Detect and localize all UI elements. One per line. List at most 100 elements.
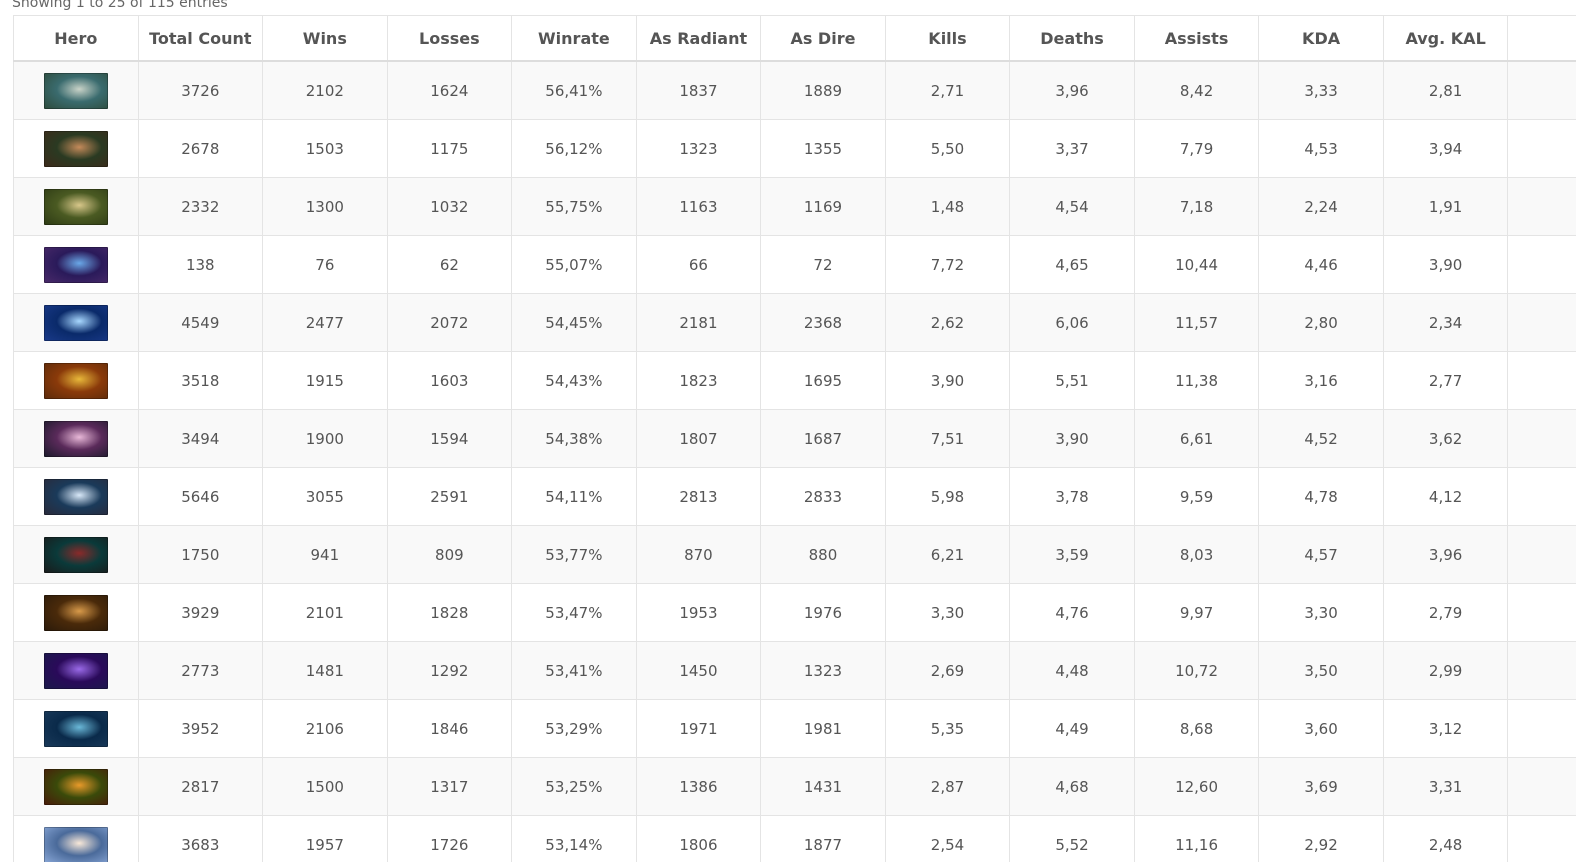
hero-portrait-12-icon[interactable] bbox=[43, 710, 108, 747]
cell-kda: 2,80 bbox=[1258, 293, 1384, 352]
column-header-as-dire[interactable]: As Dire bbox=[760, 15, 886, 62]
cell-winrate: 53,41% bbox=[511, 641, 637, 700]
hero-portrait-11-icon[interactable] bbox=[43, 652, 108, 689]
hero-portrait-3-icon[interactable] bbox=[43, 188, 108, 225]
cell-deaths: 3,90 bbox=[1009, 409, 1135, 468]
hero-portrait-2-icon[interactable] bbox=[43, 130, 108, 167]
cell-as-dire: 1323 bbox=[760, 641, 886, 700]
cell-as-radiant: 1807 bbox=[636, 409, 762, 468]
cell-kda: 4,46 bbox=[1258, 235, 1384, 294]
cell-losses: 809 bbox=[387, 525, 513, 584]
cell-winrate: 53,47% bbox=[511, 583, 637, 642]
cell-avg-kal: 2,79 bbox=[1383, 583, 1509, 642]
cell-wins: 2102 bbox=[262, 61, 388, 120]
column-header-total-count[interactable]: Total Count bbox=[138, 15, 264, 62]
cell-kda: 2,92 bbox=[1258, 815, 1384, 862]
column-header-extra[interactable] bbox=[1507, 15, 1576, 62]
cell-as-dire: 1981 bbox=[760, 699, 886, 758]
cell-wins: 76 bbox=[262, 235, 388, 294]
hero-stats-table: Hero Total Count Wins Losses Winrate As Radia… bbox=[13, 15, 1576, 862]
column-header-deaths[interactable]: Deaths bbox=[1009, 15, 1135, 62]
cell-assists: 11,57 bbox=[1134, 293, 1260, 352]
hero-cell bbox=[13, 235, 139, 294]
cell-deaths: 4,54 bbox=[1009, 177, 1135, 236]
cell-as-dire: 1169 bbox=[760, 177, 886, 236]
cell-as-dire: 2368 bbox=[760, 293, 886, 352]
cell-wins: 1481 bbox=[262, 641, 388, 700]
column-header-avg-kal[interactable]: Avg. KAL bbox=[1383, 15, 1509, 62]
cell-avg-kal: 3,94 bbox=[1383, 119, 1509, 178]
cell-deaths: 5,51 bbox=[1009, 351, 1135, 410]
hero-cell bbox=[13, 699, 139, 758]
cell-assists: 8,42 bbox=[1134, 61, 1260, 120]
cell-total-count: 2332 bbox=[138, 177, 264, 236]
cell-winrate: 55,07% bbox=[511, 235, 637, 294]
cell-kda: 4,78 bbox=[1258, 467, 1384, 526]
cell-losses: 1175 bbox=[387, 119, 513, 178]
cell-avg-kal: 3,12 bbox=[1383, 699, 1509, 758]
cell-losses: 1032 bbox=[387, 177, 513, 236]
hero-portrait-13-icon[interactable] bbox=[43, 768, 108, 805]
column-header-kills[interactable]: Kills bbox=[885, 15, 1011, 62]
cell-losses: 1317 bbox=[387, 757, 513, 816]
column-header-wins[interactable]: Wins bbox=[262, 15, 388, 62]
cell-winrate: 54,11% bbox=[511, 467, 637, 526]
column-header-winrate[interactable]: Winrate bbox=[511, 15, 637, 62]
cell-as-radiant: 2181 bbox=[636, 293, 762, 352]
cell-assists: 11,16 bbox=[1134, 815, 1260, 862]
cell-assists: 8,68 bbox=[1134, 699, 1260, 758]
cell-total-count: 4549 bbox=[138, 293, 264, 352]
hero-cell bbox=[13, 61, 139, 120]
hero-portrait-10-icon[interactable] bbox=[43, 594, 108, 631]
cell-kills: 7,51 bbox=[885, 409, 1011, 468]
cell-winrate: 53,14% bbox=[511, 815, 637, 862]
cell-extra bbox=[1507, 757, 1576, 816]
cell-deaths: 3,59 bbox=[1009, 525, 1135, 584]
table-row: 2332 1300 1032 55,75% 1163 1169 1,48 4,54 7,18 2,… bbox=[13, 177, 1576, 236]
cell-kda: 3,50 bbox=[1258, 641, 1384, 700]
table-row: 138 76 62 55,07% 66 72 7,72 4,65 10,44 4,46 3,90 bbox=[13, 235, 1576, 294]
cell-extra bbox=[1507, 525, 1576, 584]
cell-extra bbox=[1507, 177, 1576, 236]
cell-deaths: 4,65 bbox=[1009, 235, 1135, 294]
column-header-losses[interactable]: Losses bbox=[387, 15, 513, 62]
cell-deaths: 4,49 bbox=[1009, 699, 1135, 758]
cell-as-dire: 1355 bbox=[760, 119, 886, 178]
cell-winrate: 53,77% bbox=[511, 525, 637, 584]
hero-cell bbox=[13, 177, 139, 236]
cell-assists: 11,38 bbox=[1134, 351, 1260, 410]
cell-assists: 9,59 bbox=[1134, 467, 1260, 526]
hero-portrait-14-icon[interactable] bbox=[43, 826, 108, 862]
cell-deaths: 6,06 bbox=[1009, 293, 1135, 352]
cell-kda: 3,60 bbox=[1258, 699, 1384, 758]
table-header-row: Hero Total Count Wins Losses Winrate As Radia… bbox=[13, 15, 1576, 62]
hero-portrait-1-icon[interactable] bbox=[43, 72, 108, 109]
table-row: 3494 1900 1594 54,38% 1807 1687 7,51 3,90 6,61 4,… bbox=[13, 409, 1576, 468]
hero-portrait-9-icon[interactable] bbox=[43, 536, 108, 573]
hero-portrait-6-icon[interactable] bbox=[43, 362, 108, 399]
table-row: 2817 1500 1317 53,25% 1386 1431 2,87 4,68 12,60 3… bbox=[13, 757, 1576, 816]
cell-assists: 7,79 bbox=[1134, 119, 1260, 178]
column-header-kda[interactable]: KDA bbox=[1258, 15, 1384, 62]
table-row: 3929 2101 1828 53,47% 1953 1976 3,30 4,76 9,97 3,… bbox=[13, 583, 1576, 642]
hero-portrait-7-icon[interactable] bbox=[43, 420, 108, 457]
cell-avg-kal: 1,91 bbox=[1383, 177, 1509, 236]
cell-kills: 7,72 bbox=[885, 235, 1011, 294]
column-header-as-radiant[interactable]: As Radiant bbox=[636, 15, 762, 62]
cell-losses: 1624 bbox=[387, 61, 513, 120]
cell-extra bbox=[1507, 699, 1576, 758]
cell-kda: 4,52 bbox=[1258, 409, 1384, 468]
cell-as-radiant: 1971 bbox=[636, 699, 762, 758]
cell-kills: 1,48 bbox=[885, 177, 1011, 236]
hero-stats-table-container: Hero Total Count Wins Losses Winrate As Radia… bbox=[13, 15, 1576, 862]
hero-cell bbox=[13, 293, 139, 352]
column-header-assists[interactable]: Assists bbox=[1134, 15, 1260, 62]
column-header-hero[interactable]: Hero bbox=[13, 15, 139, 62]
hero-portrait-8-icon[interactable] bbox=[43, 478, 108, 515]
cell-winrate: 54,45% bbox=[511, 293, 637, 352]
cell-losses: 62 bbox=[387, 235, 513, 294]
cell-kills: 2,69 bbox=[885, 641, 1011, 700]
hero-portrait-4-icon[interactable] bbox=[43, 246, 108, 283]
cell-as-radiant: 870 bbox=[636, 525, 762, 584]
hero-portrait-5-icon[interactable] bbox=[43, 304, 108, 341]
